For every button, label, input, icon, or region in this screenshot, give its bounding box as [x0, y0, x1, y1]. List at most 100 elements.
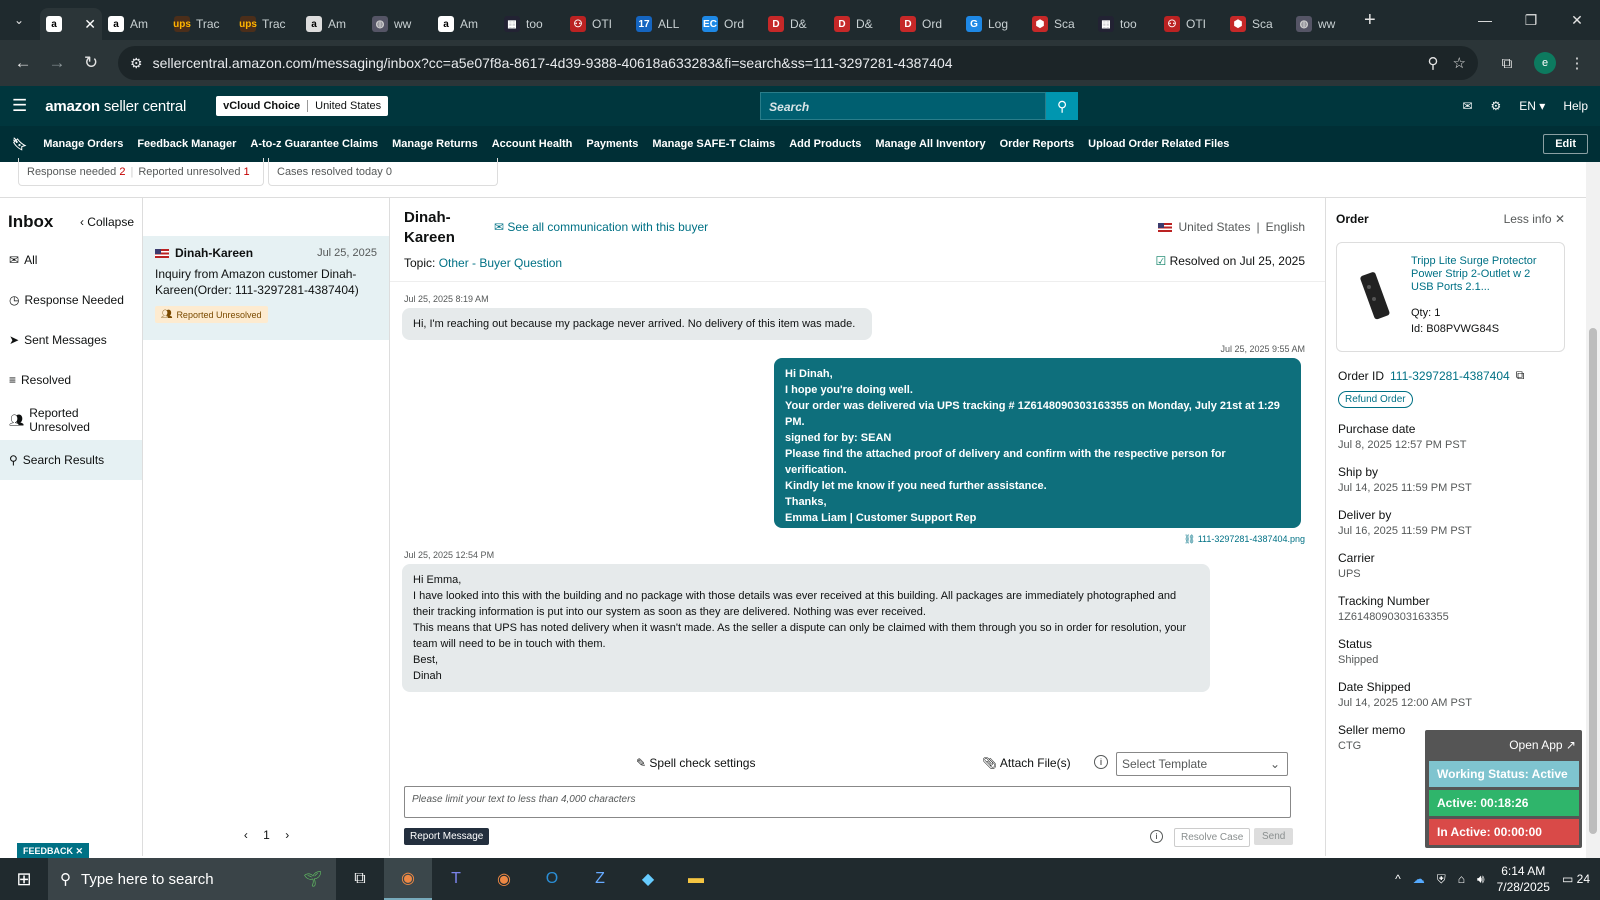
search-input[interactable]: Search	[760, 92, 1047, 120]
send-button[interactable]: Send	[1254, 828, 1294, 845]
thread-item[interactable]: Dinah-Kareen Jul 25, 2025 Inquiry from A…	[143, 236, 389, 340]
browser-tab[interactable]: ⚇ OTI	[564, 8, 630, 40]
bookmark-icon[interactable]: 🔖︎	[12, 137, 27, 151]
new-tab-button[interactable]: +	[1364, 9, 1376, 32]
resolve-case-button[interactable]: Resolve Case	[1174, 828, 1251, 847]
browser-tab[interactable]: ⬢ Sca	[1224, 8, 1290, 40]
hamburger-menu-icon[interactable]: ☰	[12, 96, 27, 116]
template-select[interactable]: Select Template ⌄	[1116, 752, 1288, 776]
close-window-icon[interactable]: ✕	[1554, 0, 1600, 40]
browser-tab[interactable]: ups Trac	[234, 8, 300, 40]
language-selector[interactable]: EN ▾	[1519, 99, 1545, 113]
close-tab-icon[interactable]: ✕	[84, 16, 96, 33]
page-scrollbar[interactable]	[1586, 162, 1600, 858]
see-all-communication-link[interactable]: ✉ See all communication with this buyer	[494, 220, 708, 234]
windows-start-icon[interactable]: ⊞	[0, 869, 48, 890]
browser-tab[interactable]: 17 ALL	[630, 8, 696, 40]
extensions-icon[interactable]: ⧉	[1492, 48, 1522, 78]
folder-search-results[interactable]: ⚲ Search Results	[0, 440, 142, 480]
refund-order-button[interactable]: Refund Order	[1338, 391, 1413, 408]
less-info-button[interactable]: Less info ✕	[1504, 212, 1565, 226]
tab-search-icon[interactable]: ⌄	[6, 7, 32, 33]
browser-tab[interactable]: G Log	[960, 8, 1026, 40]
topic-link[interactable]: Other - Buyer Question	[439, 256, 562, 270]
onedrive-icon[interactable]: ☁	[1413, 872, 1425, 886]
account-switcher[interactable]: vCloud Choice United States	[216, 96, 389, 116]
teams-icon[interactable]: T	[432, 858, 480, 900]
restore-icon[interactable]: ❐	[1508, 0, 1554, 40]
folder-response-needed[interactable]: ◷ Response Needed	[0, 280, 142, 320]
collapse-button[interactable]: ‹ Collapse	[80, 215, 134, 229]
reload-button[interactable]: ↻	[76, 48, 106, 78]
file-explorer-icon[interactable]: ▬	[672, 858, 720, 900]
nav-link[interactable]: Manage All Inventory	[875, 138, 985, 150]
search-icon[interactable]: ⚲	[1046, 92, 1079, 120]
zoho-icon[interactable]: Z	[576, 858, 624, 900]
nav-link[interactable]: Manage Returns	[392, 138, 478, 150]
edit-nav-button[interactable]: Edit	[1543, 134, 1588, 154]
attachment-link[interactable]: ⛓ 111-3297281-4387404.png	[1184, 534, 1305, 545]
nav-link[interactable]: Manage Orders	[43, 138, 123, 150]
browser-tab[interactable]: D D&	[762, 8, 828, 40]
browser-tab[interactable]: ⬢ Sca	[1026, 8, 1092, 40]
message-textarea[interactable]: Please limit your text to less than 4,00…	[404, 786, 1291, 818]
next-page-icon[interactable]: ›	[285, 828, 289, 842]
minimize-icon[interactable]: —	[1462, 0, 1508, 40]
profile-avatar[interactable]: e	[1534, 52, 1556, 74]
attach-files-button[interactable]: 📎︎ Attach File(s)	[982, 756, 1071, 770]
browser-tab[interactable]: D D&	[828, 8, 894, 40]
network-icon[interactable]: ⌂	[1458, 872, 1465, 886]
browser-tab[interactable]: a Am	[102, 8, 168, 40]
report-message-button[interactable]: Report Message	[404, 828, 490, 845]
scrollbar-thumb[interactable]	[1589, 328, 1597, 834]
browser-tab[interactable]: ▦ too	[498, 8, 564, 40]
folder-reported-unresolved[interactable]: 👥︎ Reported Unresolved	[0, 400, 142, 440]
help-link[interactable]: Help	[1563, 99, 1588, 113]
app-diamond-icon[interactable]: ◆	[624, 858, 672, 900]
folder-all[interactable]: ✉ All	[0, 240, 142, 280]
info-icon[interactable]: i	[1150, 830, 1163, 843]
chrome-icon[interactable]: ◉	[384, 858, 432, 900]
browser-tab[interactable]: ◍ ww	[366, 8, 432, 40]
back-button[interactable]: ←	[8, 48, 38, 78]
browser-tab[interactable]: a Am	[432, 8, 498, 40]
order-id-link[interactable]: 111-3297281-4387404	[1390, 369, 1510, 383]
security-icon[interactable]: ⛨	[1437, 872, 1446, 887]
browser-tab[interactable]: ▦ too	[1092, 8, 1158, 40]
zoom-icon[interactable]: ⚲	[1428, 54, 1439, 72]
outlook-icon[interactable]: O	[528, 858, 576, 900]
task-view-icon[interactable]: ⧉	[336, 858, 384, 900]
nav-link[interactable]: Account Health	[492, 138, 573, 150]
site-info-icon[interactable]: ⚙	[130, 55, 143, 72]
spell-check-settings-link[interactable]: ✎ Spell check settings	[636, 756, 755, 770]
notification-icon[interactable]: ▭ 24	[1562, 872, 1590, 886]
nav-link[interactable]: A-to-z Guarantee Claims	[250, 138, 378, 150]
chrome-profile-icon[interactable]: ◉	[480, 858, 528, 900]
mail-icon[interactable]: ✉	[1462, 99, 1472, 113]
prev-page-icon[interactable]: ‹	[244, 828, 248, 842]
folder-sent-messages[interactable]: ➤ Sent Messages	[0, 320, 142, 360]
product-title-link[interactable]: Tripp Lite Surge Protector Power Strip 2…	[1411, 255, 1549, 294]
product-image[interactable]	[1355, 269, 1393, 323]
settings-gear-icon[interactable]: ⚙	[1491, 99, 1502, 113]
browser-tab[interactable]: ⚇ OTI	[1158, 8, 1224, 40]
copy-icon[interactable]: ⧉	[1516, 368, 1525, 383]
nav-link[interactable]: Manage SAFE-T Claims	[652, 138, 775, 150]
clock[interactable]: 6:14 AM 7/28/2025	[1497, 863, 1550, 895]
browser-tab[interactable]: D Ord	[894, 8, 960, 40]
bookmark-star-icon[interactable]: ☆	[1453, 54, 1466, 72]
info-icon[interactable]: i	[1094, 755, 1108, 769]
volume-icon[interactable]: 🔊︎	[1477, 872, 1485, 887]
nav-link[interactable]: Upload Order Related Files	[1088, 138, 1229, 150]
browser-menu-icon[interactable]: ⋮	[1562, 48, 1592, 78]
browser-tab[interactable]: EC Ord	[696, 8, 762, 40]
browser-tab[interactable]: ◍ ww	[1290, 8, 1356, 40]
nav-link[interactable]: Order Reports	[1000, 138, 1075, 150]
browser-tab[interactable]: ups Trac	[168, 8, 234, 40]
forward-button[interactable]: →	[42, 48, 72, 78]
taskbar-search[interactable]: ⚲ Type here to search 🌱︎	[48, 858, 336, 900]
nav-link[interactable]: Add Products	[789, 138, 861, 150]
browser-tab[interactable]: a ✕	[40, 8, 102, 40]
nav-link[interactable]: Payments	[586, 138, 638, 150]
chevron-up-icon[interactable]: ^	[1395, 872, 1401, 886]
